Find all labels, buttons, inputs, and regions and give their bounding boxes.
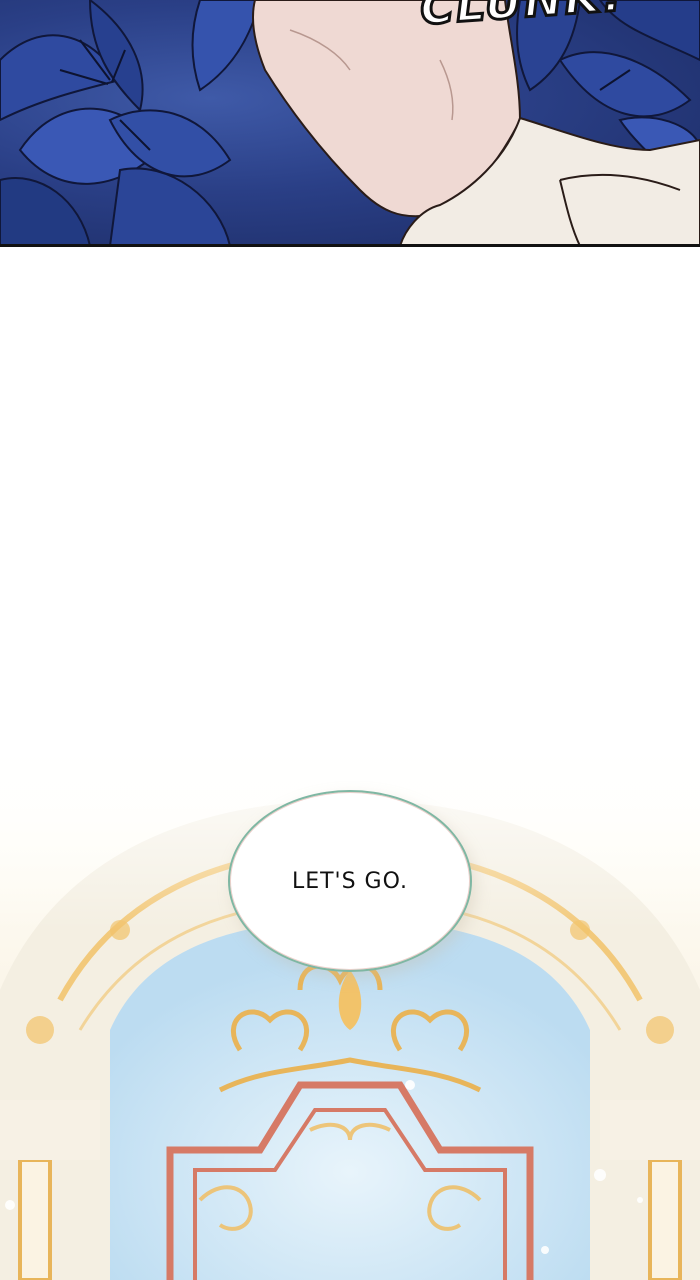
lily-flowers-illustration <box>0 0 700 246</box>
top-panel: CLUNK! <box>0 0 700 246</box>
speech-bubble: LET'S GO. <box>228 790 472 972</box>
speech-bubble-text: LET'S GO. <box>291 868 409 894</box>
panel-divider <box>0 244 700 247</box>
